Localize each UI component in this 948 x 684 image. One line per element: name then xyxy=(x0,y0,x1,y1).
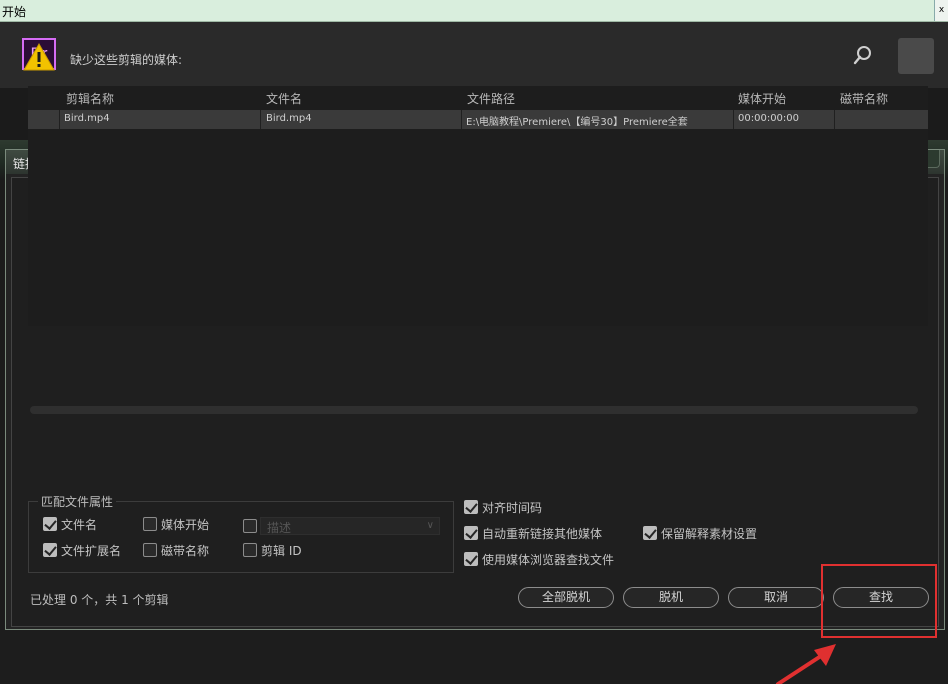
cancel-button[interactable]: 取消 xyxy=(728,587,824,608)
search-icon[interactable] xyxy=(852,44,874,66)
description-dropdown[interactable]: 描述 ∨ xyxy=(260,517,440,535)
column-separator xyxy=(59,110,60,129)
window-titlebar: 开始 x xyxy=(0,0,948,22)
status-text: 已处理 0 个，共 1 个剪辑 xyxy=(30,593,169,607)
column-tape-name[interactable]: 磁带名称 xyxy=(840,90,888,107)
table-header: 剪辑名称 文件名 文件路径 媒体开始 磁带名称 xyxy=(28,86,928,110)
window-title: 开始 xyxy=(2,5,27,19)
preserve-interpret-label: 保留解释素材设置 xyxy=(661,527,758,541)
missing-media-message: 缺少这些剪辑的媒体: xyxy=(70,53,183,67)
chevron-down-icon: ∨ xyxy=(426,520,434,531)
cell-file-path: E:\电脑教程\Premiere\【编号30】Premiere全套 xyxy=(466,117,688,128)
warning-icon xyxy=(23,42,55,71)
column-separator xyxy=(260,110,261,129)
horizontal-scrollbar[interactable] xyxy=(30,406,918,414)
offline-all-button[interactable]: 全部脱机 xyxy=(518,587,614,608)
filename-label: 文件名 xyxy=(61,518,98,532)
media-start-checkbox[interactable] xyxy=(143,517,157,531)
filename-checkbox[interactable] xyxy=(43,517,57,531)
column-separator xyxy=(733,110,734,129)
align-timecode-label: 对齐时间码 xyxy=(482,501,543,515)
description-value: 描述 xyxy=(267,521,292,535)
cell-file-name: Bird.mp4 xyxy=(266,113,312,124)
missing-media-table[interactable]: 剪辑名称 文件名 文件路径 媒体开始 磁带名称 Bird.mp4 Bird.mp… xyxy=(28,86,928,414)
file-extension-label: 文件扩展名 xyxy=(61,544,122,558)
cell-clip-name: Bird.mp4 xyxy=(64,113,110,124)
column-file-path[interactable]: 文件路径 xyxy=(467,90,515,107)
align-timecode-checkbox[interactable] xyxy=(464,500,478,514)
column-separator xyxy=(461,110,462,129)
offline-button[interactable]: 脱机 xyxy=(623,587,719,608)
clip-id-checkbox[interactable] xyxy=(243,543,257,557)
table-row[interactable]: Bird.mp4 Bird.mp4 E:\电脑教程\Premiere\【编号30… xyxy=(28,110,928,129)
match-file-properties-group xyxy=(28,501,454,573)
cell-media-start: 00:00:00:00 xyxy=(738,113,800,124)
column-file-name[interactable]: 文件名 xyxy=(266,90,302,107)
column-separator xyxy=(834,110,835,129)
column-clip-name[interactable]: 剪辑名称 xyxy=(66,90,114,107)
highlight-box xyxy=(821,564,937,638)
auto-relink-checkbox[interactable] xyxy=(464,526,478,540)
match-group-title: 匹配文件属性 xyxy=(38,493,117,510)
auto-relink-label: 自动重新链接其他媒体 xyxy=(482,527,603,541)
preserve-interpret-checkbox[interactable] xyxy=(643,526,657,540)
tape-name-label: 磁带名称 xyxy=(161,544,210,558)
window-close-button[interactable]: x xyxy=(934,0,948,21)
clip-id-label: 剪辑 ID xyxy=(261,544,302,558)
column-media-start[interactable]: 媒体开始 xyxy=(738,90,786,107)
avatar[interactable] xyxy=(898,38,934,74)
media-start-label: 媒体开始 xyxy=(161,518,210,532)
red-arrow-icon xyxy=(776,644,836,684)
description-checkbox[interactable] xyxy=(243,519,257,533)
tape-name-checkbox[interactable] xyxy=(143,543,157,557)
media-browser-label: 使用媒体浏览器查找文件 xyxy=(482,553,615,567)
media-browser-checkbox[interactable] xyxy=(464,552,478,566)
file-extension-checkbox[interactable] xyxy=(43,543,57,557)
